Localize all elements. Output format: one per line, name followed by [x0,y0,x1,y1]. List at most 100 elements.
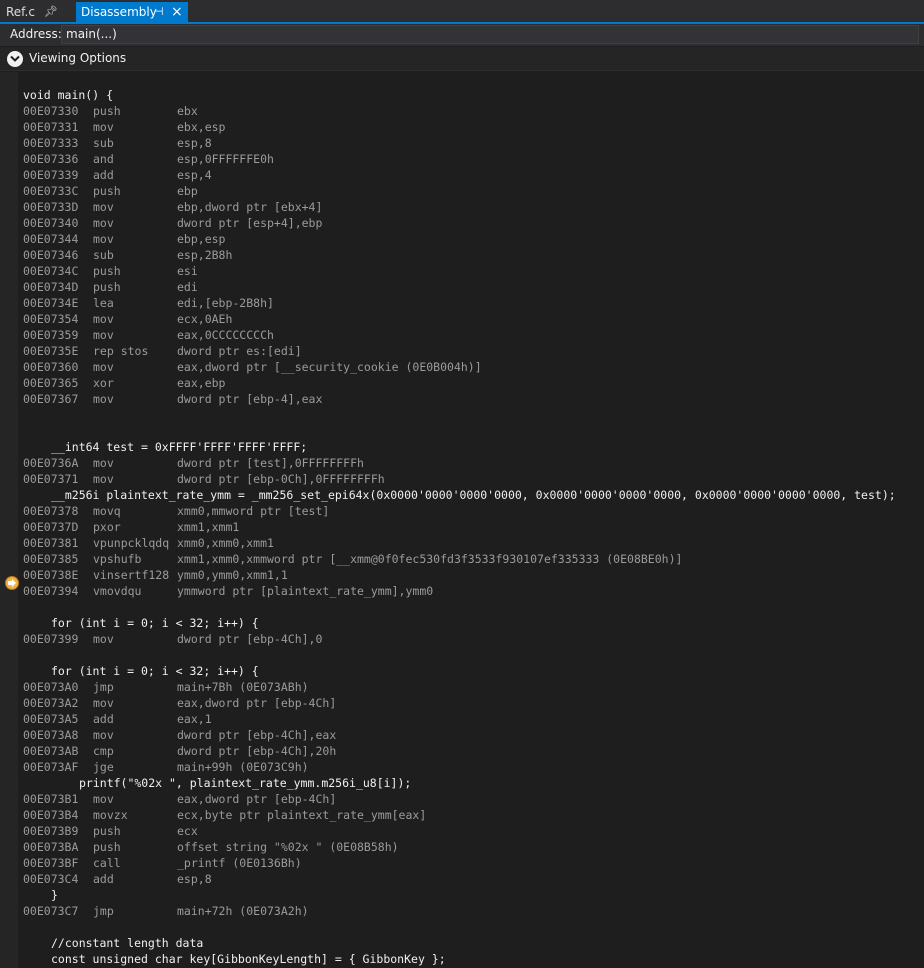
instruction-operands: ebp [177,184,198,198]
instruction-mnemonic: mov [93,472,114,486]
instruction-operands: esi [177,264,198,278]
instruction-address: 00E07365 [23,376,79,390]
instruction-operands: dword ptr [ebp-4Ch],20h [177,744,337,758]
instruction-line: 00E0733C push ebp [23,183,924,199]
source-text: const unsigned char key[GibbonKeyLength]… [51,952,446,966]
instruction-mnemonic: push [93,280,121,294]
instruction-operands: ecx [177,824,198,838]
instruction-address: 00E073BF [23,856,79,870]
instruction-operands: edi,[ebp-2B8h] [177,296,274,310]
instruction-mnemonic: mov [93,216,114,230]
instruction-line: 00E073A5 add eax,1 [23,711,924,727]
instruction-address: 00E0737D [23,520,79,534]
source-text: //constant length data [51,936,204,950]
instruction-line: 00E07371 mov dword ptr [ebp-0Ch],0FFFFFFFF… [23,471,924,487]
instruction-mnemonic: push [93,104,121,118]
pin-icon[interactable]: 📌︎ [44,2,58,22]
disassembly-code[interactable]: void main() {00E07330 push ebx 00E07331 mov e… [23,87,924,967]
source-text: for (int i = 0; i < 32; i++) { [51,664,259,678]
instruction-operands: esp,8 [177,136,212,150]
close-icon[interactable]: × [171,2,183,22]
tab-ref-c[interactable]: Ref.c 📌︎ [0,2,72,24]
instruction-operands: ymm0,ymm0,xmm1,1 [177,568,288,582]
source-line: for (int i = 0; i < 32; i++) { [23,615,924,631]
instruction-address: 00E0733D [23,200,79,214]
instruction-address: 00E0738E [23,568,79,582]
instruction-mnemonic: mov [93,312,114,326]
source-text: __int64 test = 0xFFFF'FFFF'FFFF'FFFF; [51,440,308,454]
instruction-address: 00E07394 [23,584,79,598]
instruction-operands: offset string "%02x " (0E08B58h) [177,840,399,854]
instruction-operands: xmm0,xmm0,xmm1 [177,536,274,550]
address-input[interactable]: main(...) [61,25,919,44]
instruction-mnemonic: mov [93,456,114,470]
instruction-address: 00E073BA [23,840,79,854]
viewing-options-bar[interactable]: Viewing Options [0,47,924,71]
instruction-line: 00E07359 mov eax,0CCCCCCCCh [23,327,924,343]
instruction-line: 00E0735E rep stos dword ptr es:[edi] [23,343,924,359]
instruction-line: 00E073C4 add esp,8 [23,871,924,887]
source-line: __m256i plaintext_rate_ymm = _mm256_set_… [23,487,924,503]
instruction-mnemonic: sub [93,248,114,262]
instruction-operands: xmm1,xmm0,xmmword ptr [__xmm@0f0fec530fd… [177,552,683,566]
instruction-mnemonic: cmp [93,744,114,758]
instruction-address: 00E07344 [23,232,79,246]
instruction-operands: ecx,byte ptr plaintext_rate_ymm[eax] [177,808,427,822]
instruction-mnemonic: lea [93,296,114,310]
instruction-operands: ebp,dword ptr [ebx+4] [177,200,323,214]
instruction-address: 00E07340 [23,216,79,230]
address-label: Address: [10,27,62,41]
instruction-line: 00E07365 xor eax,ebp [23,375,924,391]
instruction-address: 00E0735E [23,344,79,358]
instruction-mnemonic: push [93,840,121,854]
instruction-operands: dword ptr [ebp-4Ch],0 [177,632,323,646]
chevron-down-icon[interactable] [7,51,23,67]
source-line: //constant length data [23,935,924,951]
instruction-operands: eax,dword ptr [__security_cookie (0E0B00… [177,360,482,374]
instruction-operands: xmm0,mmword ptr [test] [177,504,330,518]
instruction-mnemonic: add [93,168,114,182]
instruction-mnemonic: vinsertf128 [93,568,170,582]
instruction-line: 00E07339 add esp,4 [23,167,924,183]
instruction-address: 00E073C4 [23,872,79,886]
instruction-mnemonic: mov [93,232,114,246]
instruction-line: 00E073C7 jmp main+72h (0E073A2h) [23,903,924,919]
instruction-operands: ymmword ptr [plaintext_rate_ymm],ymm0 [177,584,434,598]
instruction-line: 00E0734E lea edi,[ebp-2B8h] [23,295,924,311]
instruction-mnemonic: vpshufb [93,552,142,566]
tab-label: Ref.c [6,5,35,19]
source-line: __int64 test = 0xFFFF'FFFF'FFFF'FFFF; [23,439,924,455]
instruction-line: 00E073AF jge main+99h (0E073C9h) [23,759,924,775]
instruction-line: 00E07367 mov dword ptr [ebp-4],eax [23,391,924,407]
tab-disassembly[interactable]: Disassembly ⊣ × [76,2,188,24]
source-line: void main() { [23,87,924,103]
instruction-line: 00E07331 mov ebx,esp [23,119,924,135]
instruction-mnemonic: xor [93,376,114,390]
indicator-margin[interactable] [0,72,19,968]
instruction-line: 00E073AB cmp dword ptr [ebp-4Ch],20h [23,743,924,759]
instruction-address: 00E07331 [23,120,79,134]
instruction-address: 00E07381 [23,536,79,550]
source-text: } [51,888,58,902]
instruction-mnemonic: mov [93,792,114,806]
instruction-address: 00E073B9 [23,824,79,838]
instruction-line: 00E0734D push edi [23,279,924,295]
source-text: void main() { [23,88,114,102]
instruction-line: 00E0738E vinsertf128 ymm0,ymm0,xmm1,1 [23,567,924,583]
instruction-address: 00E073AB [23,744,79,758]
source-line: const unsigned char key[GibbonKeyLength]… [23,951,924,967]
instruction-operands: esp,0FFFFFFE0h [177,152,274,166]
instruction-operands: eax,1 [177,712,212,726]
instruction-line: 00E0734C push esi [23,263,924,279]
instruction-line: 00E07360 mov eax,dword ptr [__security_coo… [23,359,924,375]
instruction-line: 00E07354 mov ecx,0AEh [23,311,924,327]
instruction-mnemonic: movq [93,504,121,518]
instruction-address: 00E0734C [23,264,79,278]
instruction-line: 00E07330 push ebx [23,103,924,119]
instruction-address: 00E07367 [23,392,79,406]
pin-icon[interactable]: ⊣ [154,2,164,22]
document-tab-strip: Ref.c 📌︎ Disassembly ⊣ × [0,0,924,24]
